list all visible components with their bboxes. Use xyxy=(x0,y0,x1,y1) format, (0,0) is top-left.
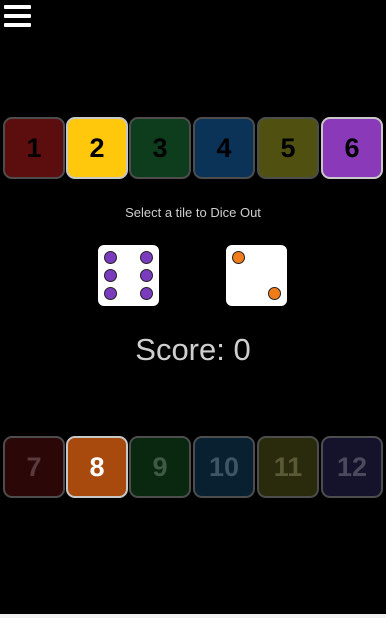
tile-label: 1 xyxy=(26,132,42,163)
tile-5[interactable]: 5 xyxy=(257,117,319,179)
tile-label: 3 xyxy=(152,132,168,163)
die-right[interactable] xyxy=(226,245,287,306)
die-pip xyxy=(140,269,153,282)
instruction-text: Select a tile to Dice Out xyxy=(125,205,261,220)
tile-4[interactable]: 4 xyxy=(193,117,255,179)
menu-bar xyxy=(4,23,31,27)
bottom-edge xyxy=(0,614,386,618)
tile-label: 12 xyxy=(336,451,368,482)
die-pip xyxy=(104,269,117,282)
tile-1[interactable]: 1 xyxy=(3,117,65,179)
tile-label: 2 xyxy=(89,132,105,163)
tile-label: 6 xyxy=(344,132,360,163)
tile-7[interactable]: 7 xyxy=(3,436,65,498)
tile-2[interactable]: 2 xyxy=(66,117,128,179)
tile-label: 9 xyxy=(152,451,168,482)
top-tile-row: 1 2 3 4 5 6 xyxy=(0,117,386,181)
tile-label: 5 xyxy=(280,132,296,163)
tile-label: 7 xyxy=(26,451,42,482)
die-pip xyxy=(268,287,281,300)
tile-label: 8 xyxy=(89,451,105,482)
die-pip xyxy=(104,287,117,300)
score-display: Score: 0 xyxy=(135,332,251,367)
tile-10[interactable]: 10 xyxy=(193,436,255,498)
tile-3[interactable]: 3 xyxy=(129,117,191,179)
die-pip xyxy=(104,251,117,264)
tile-label: 11 xyxy=(273,451,303,482)
tile-12[interactable]: 12 xyxy=(321,436,383,498)
tile-8[interactable]: 8 xyxy=(66,436,128,498)
tile-label: 10 xyxy=(208,451,240,482)
die-pip xyxy=(140,251,153,264)
bottom-tile-row: 7 8 9 10 11 12 xyxy=(0,436,386,500)
die-pip xyxy=(140,287,153,300)
tile-11[interactable]: 11 xyxy=(257,436,319,498)
hamburger-menu-icon[interactable] xyxy=(4,5,32,29)
tile-9[interactable]: 9 xyxy=(129,436,191,498)
menu-bar xyxy=(4,14,31,18)
die-pip xyxy=(232,251,245,264)
tile-6[interactable]: 6 xyxy=(321,117,383,179)
menu-bar xyxy=(4,5,31,9)
tile-label: 4 xyxy=(216,132,232,163)
die-left[interactable] xyxy=(98,245,159,306)
